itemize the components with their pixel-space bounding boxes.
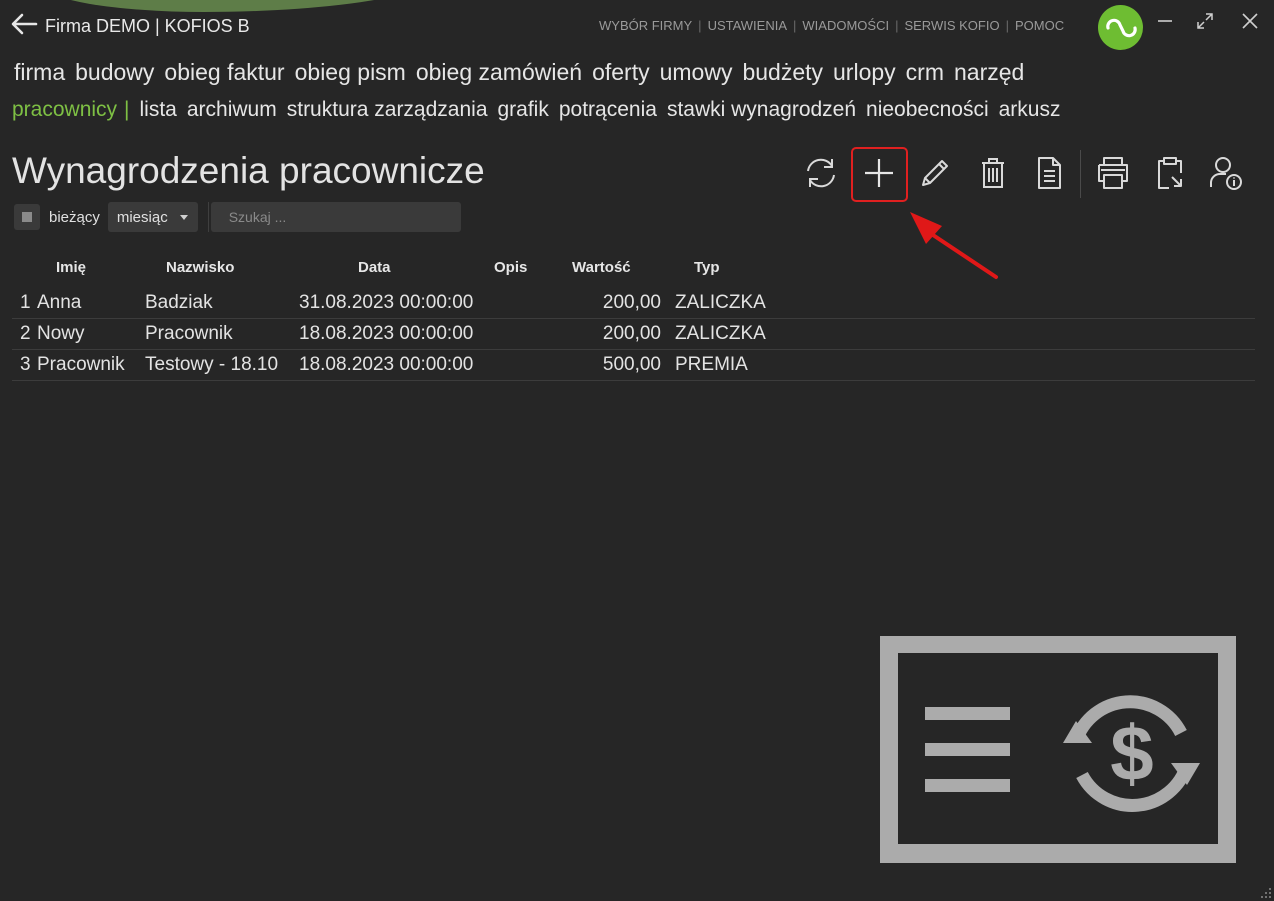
row-number: 3 [20,354,31,375]
column-header-data[interactable]: Data [358,259,391,276]
print-icon [1098,157,1128,189]
clipboard-export-icon [1158,157,1182,189]
filter-bar: bieżący miesiąc [14,202,461,232]
nav-crm[interactable]: crm [906,59,944,86]
nav-budowy[interactable]: budowy [75,59,154,86]
subnav-nieobecnosci[interactable]: nieobecności [866,98,989,122]
menu-wybor-firmy[interactable]: WYBÓR FIRMY [599,18,692,33]
back-arrow-icon[interactable] [10,11,38,37]
user-info-button[interactable] [1206,153,1246,193]
add-button-highlight [851,147,908,202]
cell-wartosc: 200,00 [602,292,661,313]
menu-serwis-kofio[interactable]: SERWIS KOFIO [904,18,999,33]
table-row[interactable]: 1 Anna Badziak 31.08.2023 00:00:00 200,0… [12,288,1255,319]
edit-icon [922,160,948,186]
nav-firma[interactable]: firma [14,59,65,86]
cell-nazwisko: Badziak [145,292,213,313]
resize-grip-icon[interactable] [1260,887,1272,899]
nav-obieg-pism[interactable]: obieg pism [295,59,406,86]
maximize-icon[interactable] [1193,10,1217,32]
filter-separator [207,202,209,232]
toolbar-separator [1080,150,1081,198]
subnav-arkusz[interactable]: arkusz [999,98,1061,122]
search-input[interactable] [210,202,461,232]
menu-pomoc[interactable]: POMOC [1015,18,1064,33]
menu-wiadomosci[interactable]: WIADOMOŚCI [802,18,889,33]
document-icon [1038,157,1061,189]
nav-oferty[interactable]: oferty [592,59,650,86]
cell-imie: Anna [37,292,82,313]
sub-navigation: pracownicy | lista archiwum struktura za… [12,98,1060,122]
subnav-potracenia[interactable]: potrącenia [559,98,657,122]
subnav-lista[interactable]: lista [140,98,177,122]
close-icon[interactable] [1238,10,1262,32]
nav-budzety[interactable]: budżety [742,59,823,86]
subnav-grafik[interactable]: grafik [498,98,549,122]
subnav-struktura-zarzadzania[interactable]: struktura zarządzania [287,98,488,122]
user-info-icon [1210,157,1242,190]
cell-typ: ZALICZKA [675,292,766,313]
delete-button[interactable] [973,153,1013,193]
menu-separator: | [1005,18,1009,33]
column-header-opis[interactable]: Opis [494,259,527,276]
row-number: 1 [20,292,31,313]
delete-icon [982,158,1004,188]
cell-typ: PREMIA [675,354,748,375]
salary-cycle-icon: $ [925,695,1200,812]
row-number: 2 [20,323,31,344]
svg-text:$: $ [1110,709,1153,797]
nav-urlopy[interactable]: urlopy [833,59,896,86]
table-body: 1 Anna Badziak 31.08.2023 00:00:00 200,0… [12,288,1255,381]
main-navigation: firma budowy obieg faktur obieg pism obi… [14,59,1024,86]
column-header-typ[interactable]: Typ [694,259,720,276]
logo-icon [1106,18,1137,38]
refresh-button[interactable] [801,153,841,193]
subnav-stawki-wynagrodzen[interactable]: stawki wynagrodzeń [667,98,856,122]
cell-imie: Nowy [37,323,85,344]
cell-wartosc: 500,00 [602,354,661,375]
page-title: Wynagrodzenia pracownicze [12,150,485,191]
annotation-arrow-icon [910,212,998,279]
column-header-imie[interactable]: Imię [56,259,86,276]
cell-wartosc: 200,00 [602,323,661,344]
app-title: Firma DEMO | KOFIOS B [45,16,250,36]
cell-data: 31.08.2023 00:00:00 [299,292,474,313]
menu-ustawienia[interactable]: USTAWIENIA [708,18,787,33]
refresh-icon [807,158,835,188]
minimize-icon[interactable] [1153,10,1177,32]
cell-nazwisko: Pracownik [145,323,233,344]
top-menu: WYBÓR FIRMY | USTAWIENIA | WIADOMOŚCI | SER… [599,18,1064,33]
document-button[interactable] [1029,153,1069,193]
nav-umowy[interactable]: umowy [660,59,733,86]
nav-obieg-faktur[interactable]: obieg faktur [164,59,284,86]
header-decoration [40,0,450,12]
cell-typ: ZALICZKA [675,323,766,344]
subnav-pracownicy-active[interactable]: pracownicy [12,98,117,122]
menu-separator: | [698,18,702,33]
cell-data: 18.08.2023 00:00:00 [299,323,474,344]
subnav-archiwum[interactable]: archiwum [187,98,277,122]
clipboard-export-button[interactable] [1150,153,1190,193]
kofio-logo[interactable] [1098,5,1143,50]
subnav-separator: | [124,98,130,121]
nav-narzedzia[interactable]: narzęd [954,59,1024,86]
payroll-module-icon: $ [880,636,1236,863]
period-select-value: miesiąc [116,208,168,226]
menu-separator: | [895,18,899,33]
chevron-down-icon [179,214,188,220]
cell-nazwisko: Testowy - 18.10 [145,354,279,375]
table-row[interactable]: 3 Pracownik Testowy - 18.10 18.08.2023 0… [12,350,1255,381]
menu-separator: | [793,18,797,33]
cell-data: 18.08.2023 00:00:00 [299,354,474,375]
table-row[interactable]: 2 Nowy Pracownik 18.08.2023 00:00:00 200… [12,319,1255,350]
print-button[interactable] [1093,153,1133,193]
current-period-checkbox[interactable] [14,204,40,230]
column-header-nazwisko[interactable]: Nazwisko [166,259,234,276]
column-header-wartosc[interactable]: Wartość [572,259,631,276]
nav-obieg-zamowien[interactable]: obieg zamówień [416,59,582,86]
current-period-label: bieżący [49,208,100,226]
edit-button[interactable] [915,153,955,193]
cell-imie: Pracownik [37,354,125,375]
period-select[interactable]: miesiąc [107,202,198,232]
